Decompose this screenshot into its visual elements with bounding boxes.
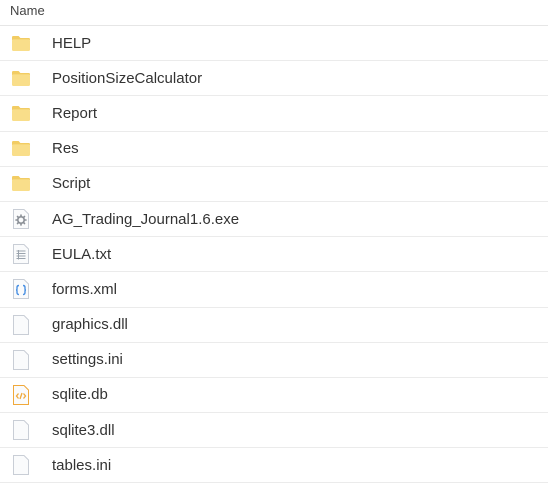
- name-column-header[interactable]: Name: [0, 0, 548, 26]
- file-name: Report: [52, 104, 98, 122]
- file-name: AG_Trading_Journal1.6.exe: [52, 210, 240, 228]
- file-name: sqlite3.dll: [52, 421, 115, 439]
- file-row[interactable]: settings.ini: [0, 343, 548, 378]
- folder-icon: [11, 33, 31, 53]
- file-row[interactable]: PositionSizeCalculator: [0, 61, 548, 97]
- blank-file-icon: [11, 349, 31, 370]
- folder-icon: [11, 139, 31, 159]
- source-file-icon: [11, 384, 31, 405]
- file-name: Res: [52, 140, 79, 158]
- file-name: PositionSizeCalculator: [52, 69, 203, 87]
- file-name: HELP: [52, 34, 92, 52]
- file-row[interactable]: sqlite.db: [0, 378, 548, 414]
- file-row[interactable]: graphics.dll: [0, 308, 548, 343]
- file-list: Name HELP PositionSizeCalculator Report …: [0, 0, 548, 492]
- file-name: sqlite.db: [52, 386, 108, 404]
- file-name: settings.ini: [52, 351, 123, 369]
- name-column-label: Name: [10, 3, 45, 18]
- text-file-icon: [11, 244, 31, 265]
- file-name: graphics.dll: [52, 316, 128, 334]
- file-name: Script: [52, 175, 91, 193]
- file-row[interactable]: tables.ini: [0, 448, 548, 484]
- file-rows: HELP PositionSizeCalculator Report Res S…: [0, 26, 548, 484]
- file-row[interactable]: HELP: [0, 26, 548, 62]
- file-row[interactable]: sqlite3.dll: [0, 413, 548, 449]
- executable-icon: [11, 209, 31, 230]
- blank-file-icon: [11, 314, 31, 335]
- blank-file-icon: [11, 455, 31, 476]
- file-name: tables.ini: [52, 456, 112, 474]
- file-row[interactable]: Res: [0, 132, 548, 167]
- file-row[interactable]: AG_Trading_Journal1.6.exe: [0, 202, 548, 238]
- file-row[interactable]: forms.xml: [0, 272, 548, 308]
- blank-file-icon: [11, 420, 31, 441]
- folder-icon: [11, 103, 31, 123]
- folder-icon: [11, 174, 31, 194]
- code-file-icon: [11, 279, 31, 300]
- file-row[interactable]: Script: [0, 167, 548, 202]
- file-name: forms.xml: [52, 280, 117, 298]
- file-row[interactable]: EULA.txt: [0, 237, 548, 273]
- folder-icon: [11, 68, 31, 88]
- file-name: EULA.txt: [52, 245, 112, 263]
- file-row[interactable]: Report: [0, 96, 548, 132]
